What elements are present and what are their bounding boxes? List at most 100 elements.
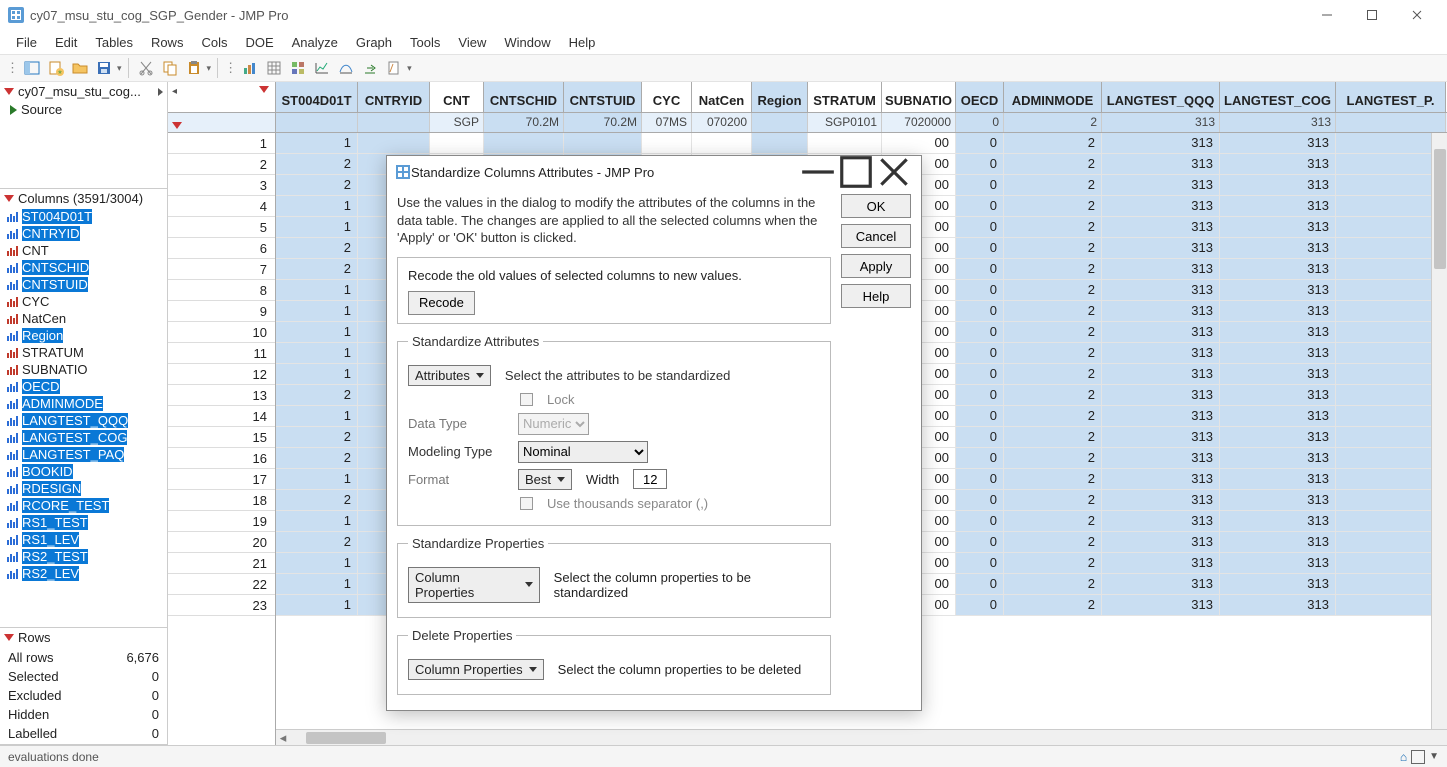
menu-graph[interactable]: Graph bbox=[348, 33, 400, 52]
data-cell[interactable]: 2 bbox=[1004, 427, 1102, 447]
column-item[interactable]: Region bbox=[0, 327, 167, 344]
data-cell[interactable]: 1 bbox=[276, 364, 358, 384]
copy-icon[interactable] bbox=[159, 57, 181, 79]
data-cell[interactable]: 2 bbox=[276, 175, 358, 195]
data-cell[interactable]: 0 bbox=[956, 406, 1004, 426]
filter-cell[interactable] bbox=[358, 113, 430, 132]
data-cell[interactable]: 313 bbox=[1102, 511, 1220, 531]
home-icon[interactable]: ⌂ bbox=[1400, 750, 1407, 764]
data-cell[interactable]: 313 bbox=[1220, 175, 1336, 195]
data-cell[interactable]: 313 bbox=[1102, 448, 1220, 468]
data-cell[interactable] bbox=[1336, 280, 1446, 300]
data-cell[interactable]: 0 bbox=[956, 343, 1004, 363]
column-item[interactable]: SUBNATIO bbox=[0, 361, 167, 378]
column-item[interactable]: ST004D01T bbox=[0, 208, 167, 225]
data-cell[interactable] bbox=[1336, 238, 1446, 258]
column-item[interactable]: RS1_TEST bbox=[0, 514, 167, 531]
panel-menu-icon[interactable] bbox=[4, 634, 14, 641]
data-cell[interactable]: 313 bbox=[1220, 469, 1336, 489]
data-cell[interactable]: 0 bbox=[956, 532, 1004, 552]
data-cell[interactable]: 313 bbox=[1220, 385, 1336, 405]
data-cell[interactable]: 313 bbox=[1102, 175, 1220, 195]
filter-cell[interactable]: 313 bbox=[1102, 113, 1220, 132]
format-dropdown[interactable]: Best bbox=[518, 469, 572, 490]
data-cell[interactable]: 2 bbox=[1004, 469, 1102, 489]
data-cell[interactable]: 2 bbox=[1004, 385, 1102, 405]
data-cell[interactable]: 1 bbox=[276, 469, 358, 489]
data-cell[interactable]: 2 bbox=[1004, 259, 1102, 279]
data-cell[interactable]: 313 bbox=[1102, 154, 1220, 174]
toggle-panel-icon[interactable] bbox=[21, 57, 43, 79]
table-icon[interactable] bbox=[263, 57, 285, 79]
data-cell[interactable]: 313 bbox=[1220, 595, 1336, 615]
data-cell[interactable]: 2 bbox=[1004, 406, 1102, 426]
data-cell[interactable] bbox=[1336, 259, 1446, 279]
data-cell[interactable] bbox=[692, 133, 752, 153]
panel-menu-icon[interactable] bbox=[4, 88, 14, 95]
data-cell[interactable]: 1 bbox=[276, 217, 358, 237]
data-cell[interactable]: 2 bbox=[276, 385, 358, 405]
data-cell[interactable]: 313 bbox=[1220, 217, 1336, 237]
data-cell[interactable]: 313 bbox=[1220, 343, 1336, 363]
column-item[interactable]: LANGTEST_QQQ bbox=[0, 412, 167, 429]
row-number[interactable]: 23 bbox=[168, 595, 275, 616]
row-number[interactable]: 10 bbox=[168, 322, 275, 343]
data-cell[interactable]: 2 bbox=[276, 532, 358, 552]
maximize-button[interactable] bbox=[1349, 0, 1394, 30]
data-cell[interactable] bbox=[1336, 322, 1446, 342]
data-cell[interactable]: 313 bbox=[1220, 427, 1336, 447]
data-cell[interactable]: 2 bbox=[1004, 343, 1102, 363]
vertical-scrollbar[interactable] bbox=[1431, 133, 1447, 729]
data-cell[interactable]: 0 bbox=[956, 259, 1004, 279]
data-cell[interactable]: 2 bbox=[276, 154, 358, 174]
column-header[interactable]: Region bbox=[752, 82, 808, 112]
data-cell[interactable]: 0 bbox=[956, 595, 1004, 615]
row-number[interactable]: 3 bbox=[168, 175, 275, 196]
menu-analyze[interactable]: Analyze bbox=[284, 33, 346, 52]
data-cell[interactable]: 0 bbox=[956, 469, 1004, 489]
data-cell[interactable]: 2 bbox=[1004, 553, 1102, 573]
data-cell[interactable]: 2 bbox=[1004, 217, 1102, 237]
data-cell[interactable] bbox=[642, 133, 692, 153]
data-cell[interactable]: 0 bbox=[956, 238, 1004, 258]
row-number[interactable]: 6 bbox=[168, 238, 275, 259]
data-cell[interactable]: 1 bbox=[276, 343, 358, 363]
data-cell[interactable]: 313 bbox=[1102, 364, 1220, 384]
data-cell[interactable]: 0 bbox=[956, 133, 1004, 153]
column-header[interactable]: LANGTEST_P. bbox=[1336, 82, 1446, 112]
data-cell[interactable]: 0 bbox=[956, 322, 1004, 342]
data-cell[interactable]: 313 bbox=[1102, 322, 1220, 342]
data-cell[interactable]: 313 bbox=[1102, 490, 1220, 510]
data-cell[interactable]: 313 bbox=[1102, 133, 1220, 153]
cancel-button[interactable]: Cancel bbox=[841, 224, 911, 248]
filter-cell[interactable] bbox=[1336, 113, 1446, 132]
data-cell[interactable] bbox=[1336, 364, 1446, 384]
column-header[interactable]: CYC bbox=[642, 82, 692, 112]
filter-cell[interactable]: 2 bbox=[1004, 113, 1102, 132]
apply-button[interactable]: Apply bbox=[841, 254, 911, 278]
modeling-select[interactable]: Nominal bbox=[518, 441, 648, 463]
data-cell[interactable]: 2 bbox=[1004, 175, 1102, 195]
data-cell[interactable]: 2 bbox=[1004, 364, 1102, 384]
data-cell[interactable]: 1 bbox=[276, 406, 358, 426]
data-cell[interactable] bbox=[1336, 133, 1446, 153]
data-cell[interactable]: 313 bbox=[1220, 259, 1336, 279]
data-cell[interactable] bbox=[358, 133, 430, 153]
recode-button[interactable]: Recode bbox=[408, 291, 475, 315]
row-col-header[interactable]: ◂ bbox=[168, 82, 275, 133]
row-number[interactable]: 2 bbox=[168, 154, 275, 175]
data-cell[interactable]: 2 bbox=[1004, 301, 1102, 321]
minimize-button[interactable] bbox=[1304, 0, 1349, 30]
row-number[interactable]: 13 bbox=[168, 385, 275, 406]
panel-menu-icon[interactable] bbox=[259, 86, 269, 93]
data-cell[interactable]: 313 bbox=[1102, 574, 1220, 594]
filter-cell[interactable]: 0 bbox=[956, 113, 1004, 132]
open-icon[interactable] bbox=[69, 57, 91, 79]
column-item[interactable]: STRATUM bbox=[0, 344, 167, 361]
data-cell[interactable]: 313 bbox=[1102, 385, 1220, 405]
window-list-icon[interactable] bbox=[1411, 750, 1425, 764]
column-header[interactable]: CNTRYID bbox=[358, 82, 430, 112]
data-cell[interactable]: 313 bbox=[1102, 217, 1220, 237]
data-cell[interactable]: 313 bbox=[1220, 574, 1336, 594]
row-number[interactable]: 21 bbox=[168, 553, 275, 574]
